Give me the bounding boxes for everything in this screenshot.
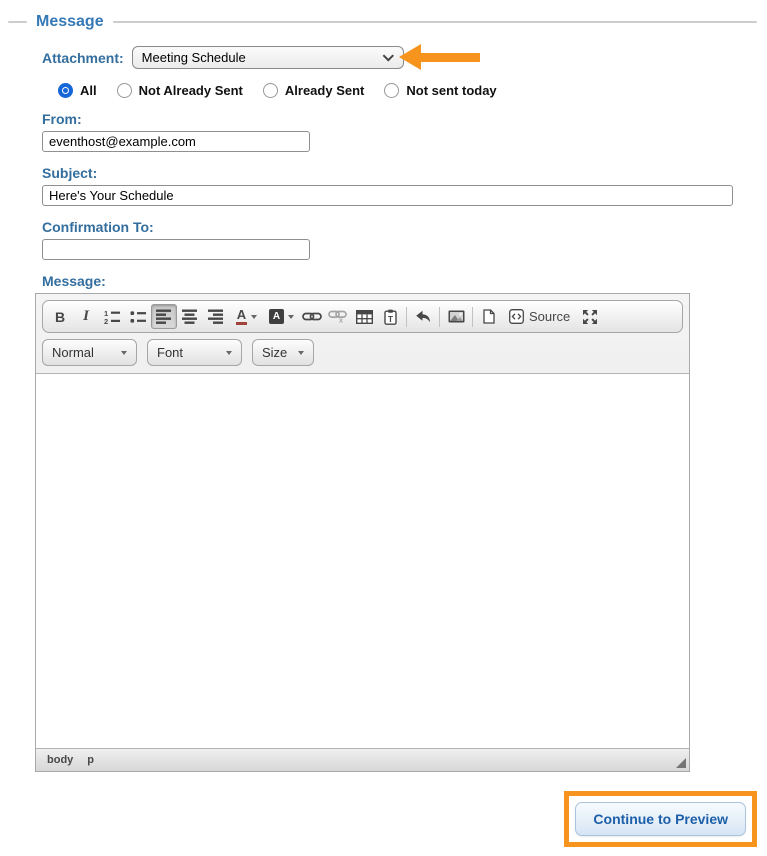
subject-input[interactable] xyxy=(42,185,733,206)
background-color-icon: A xyxy=(269,309,284,324)
from-input[interactable] xyxy=(42,131,310,152)
image-icon xyxy=(448,310,464,323)
bold-icon: B xyxy=(54,308,66,325)
italic-button[interactable]: I xyxy=(73,304,99,329)
paste-from-word-button[interactable]: T xyxy=(377,304,403,329)
align-left-icon xyxy=(156,309,171,324)
font-name-dropdown[interactable]: Font xyxy=(147,339,242,366)
svg-text:x: x xyxy=(339,318,343,324)
caret-down-icon xyxy=(226,350,232,355)
undo-icon xyxy=(416,310,430,323)
unlink-icon: x xyxy=(328,310,347,324)
confirmation-to-label: Confirmation To: xyxy=(42,219,154,235)
message-label: Message: xyxy=(42,273,106,289)
numbered-list-icon: 1 2 xyxy=(104,309,120,325)
link-button[interactable] xyxy=(299,304,325,329)
confirmation-to-input[interactable] xyxy=(42,239,310,260)
text-color-button[interactable]: A xyxy=(229,304,264,329)
maximize-button[interactable] xyxy=(577,304,603,329)
toolbar-separator xyxy=(406,306,407,327)
element-path-p[interactable]: p xyxy=(87,754,94,766)
legend-line-left xyxy=(8,21,27,23)
radio-option-all[interactable]: All xyxy=(58,83,97,98)
toolbar-separator xyxy=(472,306,473,327)
caret-down-icon xyxy=(288,314,294,319)
editor-toolbar-row-1: B I 1 2 A A x T Source xyxy=(42,300,683,333)
svg-text:T: T xyxy=(387,313,393,323)
arrow-shaft xyxy=(420,52,480,62)
message-editing-area[interactable] xyxy=(36,373,689,749)
image-button[interactable] xyxy=(443,304,469,329)
radio-label-not-sent-today[interactable]: Not sent today xyxy=(406,83,496,98)
bold-button[interactable]: B xyxy=(47,304,73,329)
radio-unselected-icon[interactable] xyxy=(384,83,400,98)
radio-selected-icon[interactable] xyxy=(58,83,73,98)
font-name-value: Font xyxy=(157,345,184,360)
numbered-list-button[interactable]: 1 2 xyxy=(99,304,125,329)
chevron-down-icon xyxy=(382,49,394,62)
font-size-value: Size xyxy=(262,345,288,360)
radio-option-not-already-sent[interactable]: Not Already Sent xyxy=(116,83,243,98)
background-color-button[interactable]: A xyxy=(264,304,299,329)
bulleted-list-button[interactable] xyxy=(125,304,151,329)
maximize-icon xyxy=(583,309,598,324)
radio-label-already-sent[interactable]: Already Sent xyxy=(285,83,364,98)
align-left-button[interactable] xyxy=(151,304,177,329)
paragraph-format-dropdown[interactable]: Normal xyxy=(42,339,137,366)
bulleted-list-icon xyxy=(130,310,146,323)
editor-resize-handle[interactable] xyxy=(676,758,686,768)
caret-down-icon xyxy=(251,314,258,319)
editor-toolbar-row-2: Normal Font Size xyxy=(42,339,683,366)
source-button[interactable]: Source xyxy=(502,304,577,329)
undo-button[interactable] xyxy=(410,304,436,329)
font-size-dropdown[interactable]: Size xyxy=(252,339,314,366)
new-page-button[interactable] xyxy=(476,304,502,329)
radio-label-all[interactable]: All xyxy=(80,83,97,98)
radio-label-not-already-sent[interactable]: Not Already Sent xyxy=(139,83,243,98)
section-header: Message xyxy=(8,13,757,31)
element-path-body[interactable]: body xyxy=(47,754,73,766)
paragraph-format-value: Normal xyxy=(52,345,94,360)
table-icon xyxy=(355,309,373,324)
from-label: From: xyxy=(42,111,82,127)
editor-status-bar: body p xyxy=(36,749,689,771)
align-right-button[interactable] xyxy=(203,304,229,329)
attachment-selected-value: Meeting Schedule xyxy=(141,50,246,65)
radio-unselected-icon[interactable] xyxy=(262,83,278,98)
radio-unselected-icon[interactable] xyxy=(116,83,132,98)
italic-icon: I xyxy=(83,308,89,324)
legend-line-right xyxy=(112,21,757,23)
text-color-icon: A xyxy=(235,308,248,325)
section-title: Message xyxy=(36,13,104,30)
action-row: Continue to Preview xyxy=(0,791,757,847)
align-right-icon xyxy=(208,309,223,324)
radio-option-not-sent-today[interactable]: Not sent today xyxy=(384,83,497,98)
subject-label: Subject: xyxy=(42,165,98,181)
radio-option-already-sent[interactable]: Already Sent xyxy=(262,83,364,98)
annotation-arrow-left-icon xyxy=(399,44,480,70)
editor-toolbar: B I 1 2 A A x T Source Normal Font Size xyxy=(36,294,689,373)
align-center-icon xyxy=(182,309,197,324)
align-center-button[interactable] xyxy=(177,304,203,329)
attachment-label: Attachment: xyxy=(42,49,124,66)
unlink-button[interactable]: x xyxy=(325,304,351,329)
message-form-page: Message Attachment: Meeting Schedule All… xyxy=(0,0,767,856)
recipient-filter-group: All Not Already Sent Already Sent Not se… xyxy=(58,83,767,98)
caret-down-icon xyxy=(121,350,127,355)
paste-from-word-icon: T xyxy=(383,309,397,325)
svg-text:2: 2 xyxy=(104,317,108,325)
annotation-highlight-box: Continue to Preview xyxy=(564,791,757,847)
table-button[interactable] xyxy=(351,304,377,329)
source-button-label: Source xyxy=(529,309,571,324)
toolbar-separator xyxy=(439,306,440,327)
attachment-select[interactable]: Meeting Schedule xyxy=(131,46,404,69)
new-page-icon xyxy=(483,309,495,324)
rich-text-editor: B I 1 2 A A x T Source Normal Font Size … xyxy=(35,293,690,772)
link-icon xyxy=(302,312,322,321)
caret-down-icon xyxy=(298,350,304,355)
arrow-head xyxy=(399,44,421,70)
source-icon xyxy=(509,309,524,324)
continue-to-preview-button[interactable]: Continue to Preview xyxy=(575,802,746,836)
